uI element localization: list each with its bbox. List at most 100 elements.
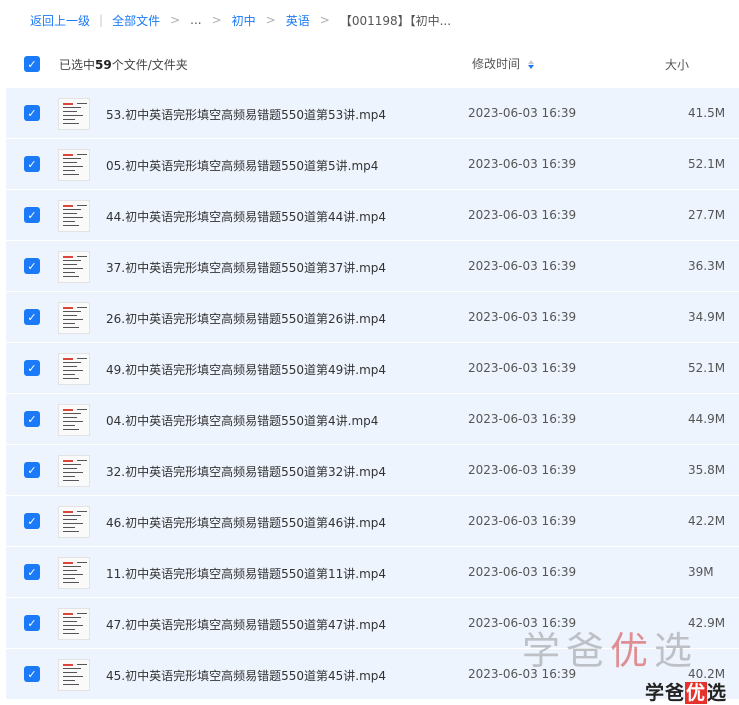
- file-modified-time: 2023-06-03 16:39: [468, 259, 577, 273]
- video-thumbnail[interactable]: [58, 200, 90, 232]
- breadcrumb-junior-high[interactable]: 初中: [232, 12, 256, 29]
- row-checkbox[interactable]: ✓: [24, 411, 40, 427]
- watermark-text-b: 优: [610, 629, 655, 673]
- watermark-text-a: 学爸: [522, 629, 611, 673]
- file-row[interactable]: ✓ 11.初中英语完形填空高频易错题550道第11讲.mp4 2023-06-03 …: [6, 547, 739, 597]
- file-row[interactable]: ✓ 37.初中英语完形填空高频易错题550道第37讲.mp4 2023-06-03 …: [6, 241, 739, 291]
- watermark-text-c: 选: [654, 629, 699, 673]
- file-name[interactable]: 05.初中英语完形填空高频易错题550道第5讲.mp4: [106, 157, 378, 174]
- file-size: 52.1M: [688, 157, 726, 171]
- file-size: 39M: [688, 565, 714, 579]
- row-checkbox[interactable]: ✓: [24, 360, 40, 376]
- file-size: 35.8M: [688, 463, 726, 477]
- row-checkbox[interactable]: ✓: [24, 462, 40, 478]
- file-size: 36.3M: [688, 259, 726, 273]
- sort-icon: [528, 60, 535, 69]
- chevron-right-icon: >: [170, 13, 181, 27]
- file-size: 52.1M: [688, 361, 726, 375]
- video-thumbnail[interactable]: [58, 608, 90, 640]
- file-name[interactable]: 44.初中英语完形填空高频易错题550道第44讲.mp4: [106, 208, 386, 225]
- row-checkbox[interactable]: ✓: [24, 564, 40, 580]
- check-icon: ✓: [27, 667, 37, 681]
- check-icon: ✓: [27, 208, 37, 222]
- breadcrumb-english[interactable]: 英语: [286, 12, 310, 29]
- row-checkbox[interactable]: ✓: [24, 207, 40, 223]
- video-thumbnail[interactable]: [58, 659, 90, 691]
- video-thumbnail[interactable]: [58, 302, 90, 334]
- file-row[interactable]: ✓ 26.初中英语完形填空高频易错题550道第26讲.mp4 2023-06-03 …: [6, 292, 739, 342]
- check-icon: ✓: [27, 565, 37, 579]
- file-size: 34.9M: [688, 310, 726, 324]
- file-name[interactable]: 46.初中英语完形填空高频易错题550道第46讲.mp4: [106, 514, 386, 531]
- file-modified-time: 2023-06-03 16:39: [468, 208, 577, 222]
- file-modified-time: 2023-06-03 16:39: [468, 514, 577, 528]
- file-modified-time: 2023-06-03 16:39: [468, 310, 577, 324]
- file-modified-time: 2023-06-03 16:39: [468, 361, 577, 375]
- select-all-checkbox[interactable]: ✓: [24, 56, 40, 72]
- check-icon: ✓: [27, 412, 37, 426]
- breadcrumb-current-folder: 【001198】【初中...: [339, 13, 452, 28]
- check-icon: ✓: [27, 57, 37, 71]
- video-thumbnail[interactable]: [58, 98, 90, 130]
- back-link[interactable]: 返回上一级: [30, 12, 90, 29]
- file-name[interactable]: 26.初中英语完形填空高频易错题550道第26讲.mp4: [106, 310, 386, 327]
- watermark-small-text-b: 优: [685, 682, 708, 704]
- selection-prefix: 已选中: [59, 58, 96, 72]
- video-thumbnail[interactable]: [58, 149, 90, 181]
- row-checkbox[interactable]: ✓: [24, 513, 40, 529]
- row-checkbox[interactable]: ✓: [24, 156, 40, 172]
- all-files-link[interactable]: 全部文件: [112, 12, 160, 29]
- watermark: 学爸优选: [522, 620, 698, 675]
- file-row[interactable]: ✓ 44.初中英语完形填空高频易错题550道第44讲.mp4 2023-06-03 …: [6, 190, 739, 240]
- file-row[interactable]: ✓ 04.初中英语完形填空高频易错题550道第4讲.mp4 2023-06-03 1…: [6, 394, 739, 444]
- video-thumbnail[interactable]: [58, 353, 90, 385]
- file-row[interactable]: ✓ 53.初中英语完形填空高频易错题550道第53讲.mp4 2023-06-03 …: [6, 88, 739, 138]
- row-checkbox[interactable]: ✓: [24, 309, 40, 325]
- file-row[interactable]: ✓ 46.初中英语完形填空高频易错题550道第46讲.mp4 2023-06-03 …: [6, 496, 739, 546]
- selection-suffix: 个文件/文件夹: [111, 58, 188, 72]
- check-icon: ✓: [27, 310, 37, 324]
- watermark-small: 学爸优选: [645, 678, 727, 705]
- file-row[interactable]: ✓ 32.初中英语完形填空高频易错题550道第32讲.mp4 2023-06-03 …: [6, 445, 739, 495]
- row-checkbox[interactable]: ✓: [24, 666, 40, 682]
- file-size: 41.5M: [688, 106, 726, 120]
- chevron-right-icon: >: [211, 13, 222, 27]
- row-checkbox[interactable]: ✓: [24, 105, 40, 121]
- check-icon: ✓: [27, 106, 37, 120]
- size-column-header[interactable]: 大小: [665, 56, 689, 73]
- file-name[interactable]: 45.初中英语完形填空高频易错题550道第45讲.mp4: [106, 667, 386, 684]
- chevron-right-icon: >: [265, 13, 276, 27]
- file-name[interactable]: 47.初中英语完形填空高频易错题550道第47讲.mp4: [106, 616, 386, 633]
- check-icon: ✓: [27, 514, 37, 528]
- file-size: 44.9M: [688, 412, 726, 426]
- video-thumbnail[interactable]: [58, 557, 90, 589]
- selection-summary: 已选中59个文件/文件夹: [59, 56, 188, 73]
- file-row[interactable]: ✓ 05.初中英语完形填空高频易错题550道第5讲.mp4 2023-06-03 1…: [6, 139, 739, 189]
- watermark-small-text-c: 选: [707, 682, 728, 704]
- check-icon: ✓: [27, 616, 37, 630]
- row-checkbox[interactable]: ✓: [24, 615, 40, 631]
- file-name[interactable]: 49.初中英语完形填空高频易错题550道第49讲.mp4: [106, 361, 386, 378]
- file-row[interactable]: ✓ 49.初中英语完形填空高频易错题550道第49讲.mp4 2023-06-03 …: [6, 343, 739, 393]
- video-thumbnail[interactable]: [58, 506, 90, 538]
- file-name[interactable]: 11.初中英语完形填空高频易错题550道第11讲.mp4: [106, 565, 386, 582]
- breadcrumb-ellipsis[interactable]: ...: [190, 13, 201, 27]
- breadcrumb-divider: |: [99, 13, 104, 27]
- file-list: ✓ 53.初中英语完形填空高频易错题550道第53讲.mp4 2023-06-03 …: [6, 88, 739, 700]
- file-name[interactable]: 53.初中英语完形填空高频易错题550道第53讲.mp4: [106, 106, 386, 123]
- check-icon: ✓: [27, 463, 37, 477]
- video-thumbnail[interactable]: [58, 404, 90, 436]
- file-list-header: ✓ 已选中59个文件/文件夹 修改时间 大小: [0, 40, 739, 88]
- video-thumbnail[interactable]: [58, 455, 90, 487]
- file-name[interactable]: 37.初中英语完形填空高频易错题550道第37讲.mp4: [106, 259, 386, 276]
- watermark-small-text-a: 学爸: [645, 682, 686, 704]
- row-checkbox[interactable]: ✓: [24, 258, 40, 274]
- check-icon: ✓: [27, 361, 37, 375]
- file-name[interactable]: 04.初中英语完形填空高频易错题550道第4讲.mp4: [106, 412, 378, 429]
- video-thumbnail[interactable]: [58, 251, 90, 283]
- file-name[interactable]: 32.初中英语完形填空高频易错题550道第32讲.mp4: [106, 463, 386, 480]
- file-size: 27.7M: [688, 208, 726, 222]
- selection-count: 59: [95, 58, 112, 72]
- check-icon: ✓: [27, 259, 37, 273]
- sort-by-modified-button[interactable]: 修改时间: [472, 55, 535, 72]
